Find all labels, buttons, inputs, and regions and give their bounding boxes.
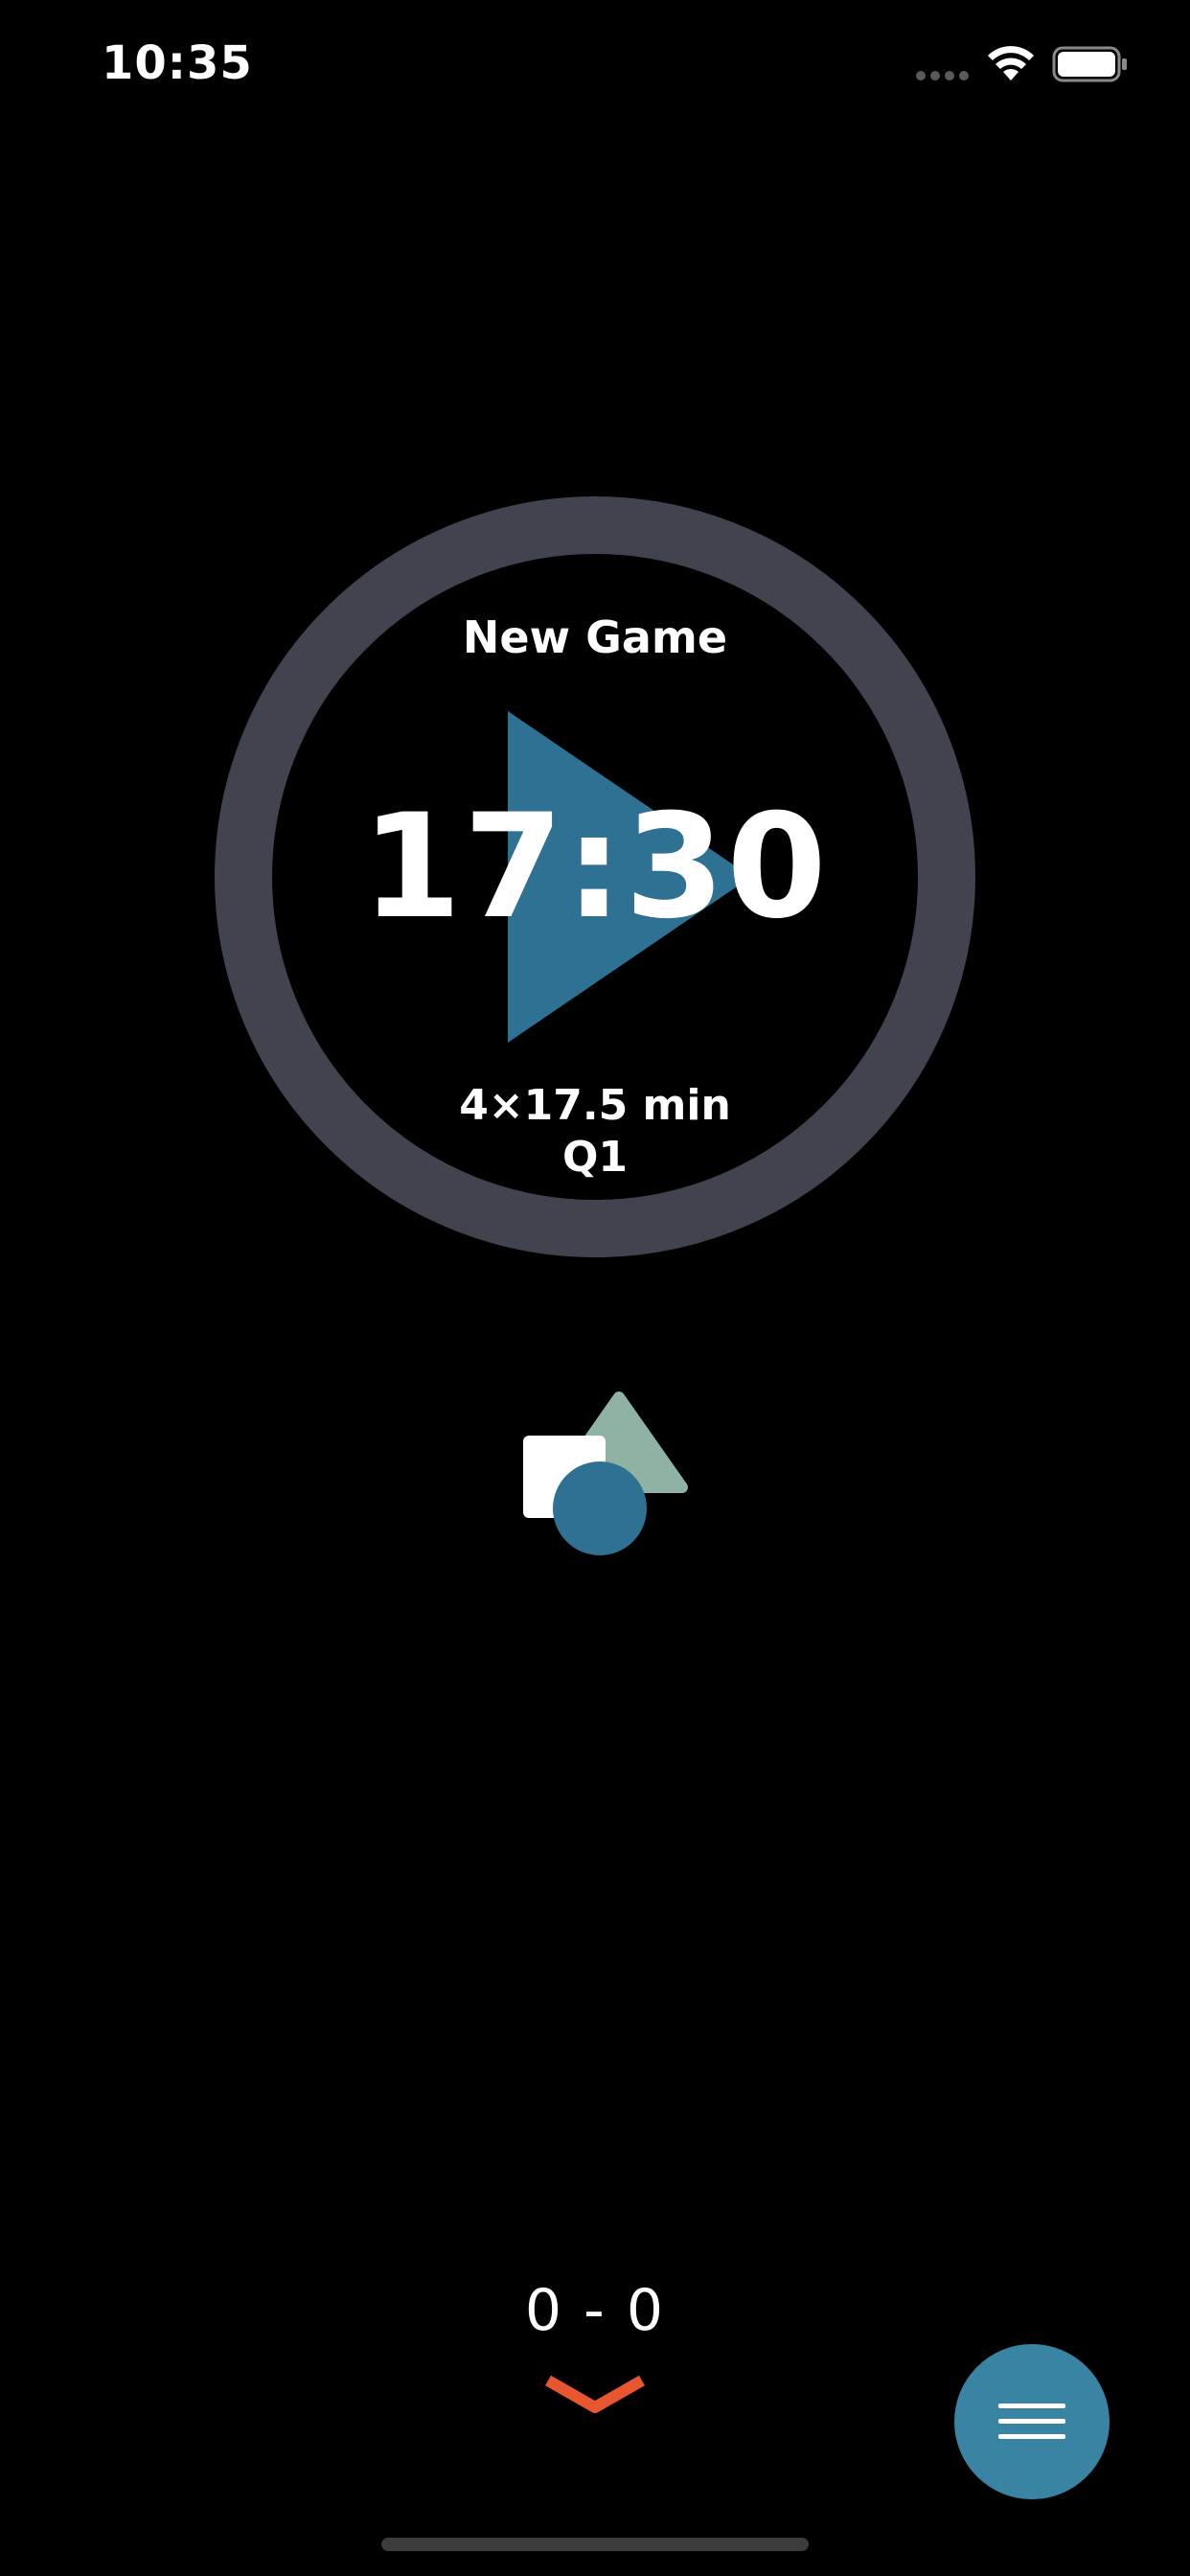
cellular-signal-icon bbox=[916, 71, 970, 80]
game-clock: 17:30 bbox=[361, 784, 829, 951]
game-format: 4×17.5 min bbox=[459, 1081, 731, 1130]
hamburger-menu-icon bbox=[998, 2404, 1065, 2439]
game-period: Q1 bbox=[561, 1133, 629, 1182]
wifi-icon bbox=[988, 46, 1034, 80]
menu-button[interactable] bbox=[954, 2344, 1110, 2499]
score: 0 - 0 bbox=[524, 2277, 666, 2344]
chevron-down-icon[interactable] bbox=[542, 2371, 648, 2419]
status-time: 10:35 bbox=[102, 36, 253, 90]
home-indicator[interactable] bbox=[381, 2538, 809, 2551]
shapes-logo-icon bbox=[523, 1392, 688, 1555]
battery-icon bbox=[1052, 46, 1127, 82]
status-bar: 10:35 bbox=[0, 0, 1190, 134]
game-title: New Game bbox=[462, 611, 728, 663]
